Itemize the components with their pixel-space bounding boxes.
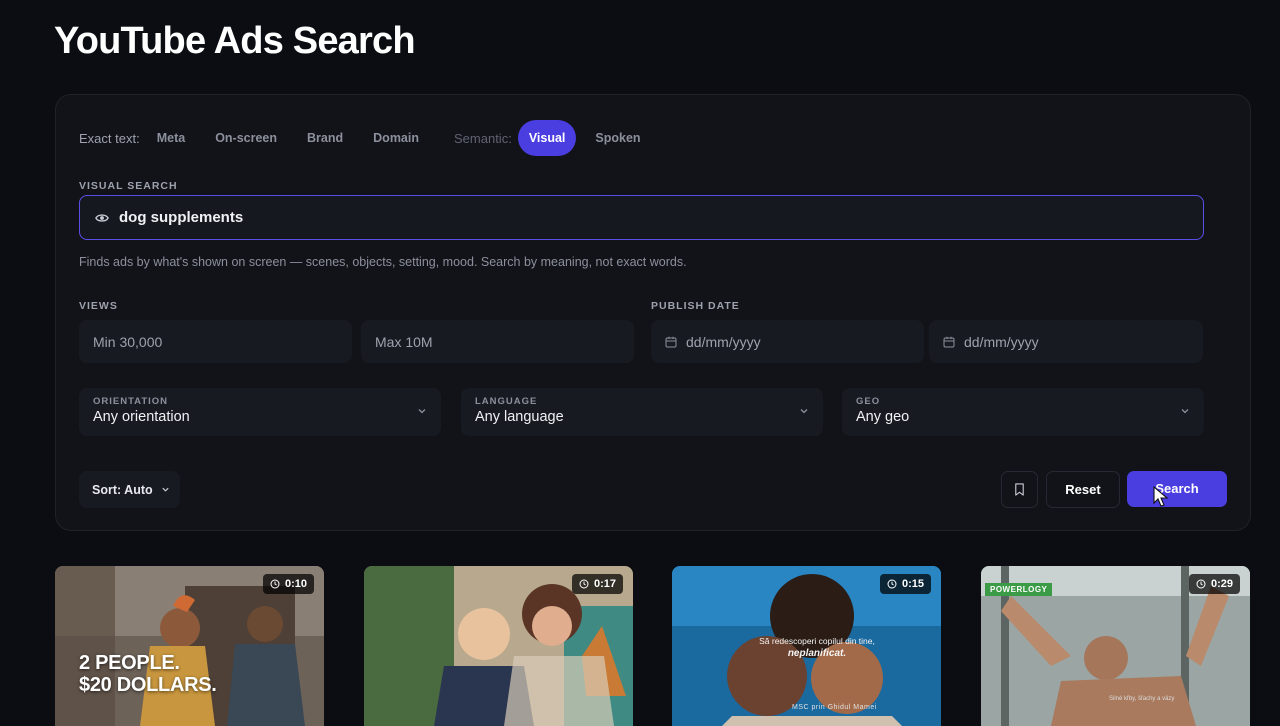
chevron-down-icon [418, 409, 426, 414]
page-title: YouTube Ads Search [54, 20, 416, 62]
duration-badge: 0:29 [1188, 574, 1240, 594]
language-select[interactable]: LANGUAGE Any language [461, 388, 823, 436]
publish-date-to-input[interactable]: dd/mm/yyyy [929, 320, 1203, 363]
orientation-label: ORIENTATION [93, 396, 169, 407]
duration-badge: 0:17 [571, 574, 623, 594]
duration-text: 0:10 [284, 578, 307, 590]
duration-text: 0:29 [1210, 578, 1233, 590]
bookmark-icon [1015, 483, 1024, 496]
clock-icon [270, 579, 280, 589]
orientation-select[interactable]: ORIENTATION Any orientation [79, 388, 441, 436]
duration-text: 0:17 [593, 578, 616, 590]
chevron-down-icon [800, 409, 808, 414]
mouse-cursor-icon [1153, 486, 1169, 507]
geo-label: GEO [856, 396, 881, 407]
clock-icon [579, 579, 589, 589]
exact-text-label: Exact text: [79, 130, 140, 146]
calendar-icon [943, 336, 955, 347]
search-panel: Exact text: Meta On-screen Brand Domain … [55, 94, 1251, 531]
views-min-placeholder: Min 30,000 [93, 333, 163, 350]
ad-overlay-text: 2 PEOPLE. $20 DOLLARS. [79, 652, 217, 696]
language-value: Any language [475, 409, 564, 425]
duration-badge: 0:10 [262, 574, 314, 594]
result-card[interactable]: 0:17 [364, 566, 633, 726]
mode-chip-visual[interactable]: Visual [517, 120, 577, 156]
ad-caption-emphasis: neplanificat. [787, 648, 847, 660]
mode-chip-brand[interactable]: Brand [296, 120, 354, 156]
calendar-icon [665, 336, 677, 347]
publish-date-label: PUBLISH DATE [651, 300, 740, 312]
ad-caption: Silné kľby, šľachy a väzy [1109, 696, 1175, 702]
mode-chip-meta[interactable]: Meta [146, 120, 196, 156]
visual-search-label: VISUAL SEARCH [79, 180, 178, 192]
ad-logo-strip: MSC prin Ghidul Mamei [792, 704, 877, 711]
views-max-input[interactable]: Max 10M [361, 320, 634, 363]
mode-chip-spoken[interactable]: Spoken [584, 120, 651, 156]
orientation-value: Any orientation [93, 409, 190, 425]
chevron-down-icon [162, 487, 169, 492]
semantic-label: Semantic: [454, 130, 512, 146]
clock-icon [887, 579, 897, 589]
ad-caption: Să redescoperi copilul din tine, neplani… [742, 636, 892, 661]
reset-button[interactable]: Reset [1046, 471, 1120, 508]
ad-caption-line: Să redescoperi copilul din tine, [759, 636, 875, 646]
date-from-placeholder: dd/mm/yyyy [686, 333, 761, 350]
ad-overlay-line: $20 DOLLARS. [79, 674, 217, 696]
visual-search-field[interactable] [79, 195, 1204, 240]
brand-badge: POWERLOGY [985, 583, 1053, 596]
visual-search-hint: Finds ads by what's shown on screen — sc… [79, 255, 687, 269]
visual-search-input[interactable] [119, 209, 1119, 226]
search-button[interactable]: Search [1127, 471, 1227, 507]
sort-dropdown[interactable]: Sort: Auto [79, 471, 180, 508]
mode-chip-on-screen[interactable]: On-screen [204, 120, 288, 156]
geo-select[interactable]: GEO Any geo [842, 388, 1204, 436]
date-to-placeholder: dd/mm/yyyy [964, 333, 1039, 350]
duration-text: 0:15 [901, 578, 924, 590]
geo-value: Any geo [856, 409, 910, 425]
views-label: VIEWS [79, 300, 118, 312]
save-search-button[interactable] [1001, 471, 1038, 508]
mode-chip-domain[interactable]: Domain [362, 120, 430, 156]
result-card[interactable]: POWERLOGY Silné kľby, šľachy a väzy 0:29 [981, 566, 1250, 726]
result-card[interactable]: 2 PEOPLE. $20 DOLLARS. 0:10 [55, 566, 324, 726]
result-card[interactable]: Să redescoperi copilul din tine, neplani… [672, 566, 941, 726]
ad-overlay-line: 2 PEOPLE. [79, 652, 180, 674]
eye-icon [95, 213, 109, 222]
chevron-down-icon [1181, 409, 1189, 414]
publish-date-from-input[interactable]: dd/mm/yyyy [651, 320, 924, 363]
language-label: LANGUAGE [475, 396, 538, 407]
search-mode-row: Exact text: Meta On-screen Brand Domain … [79, 119, 652, 157]
clock-icon [1196, 579, 1206, 589]
sort-label: Sort: Auto [92, 482, 153, 497]
views-max-placeholder: Max 10M [375, 333, 433, 350]
views-min-input[interactable]: Min 30,000 [79, 320, 352, 363]
duration-badge: 0:15 [879, 574, 931, 594]
